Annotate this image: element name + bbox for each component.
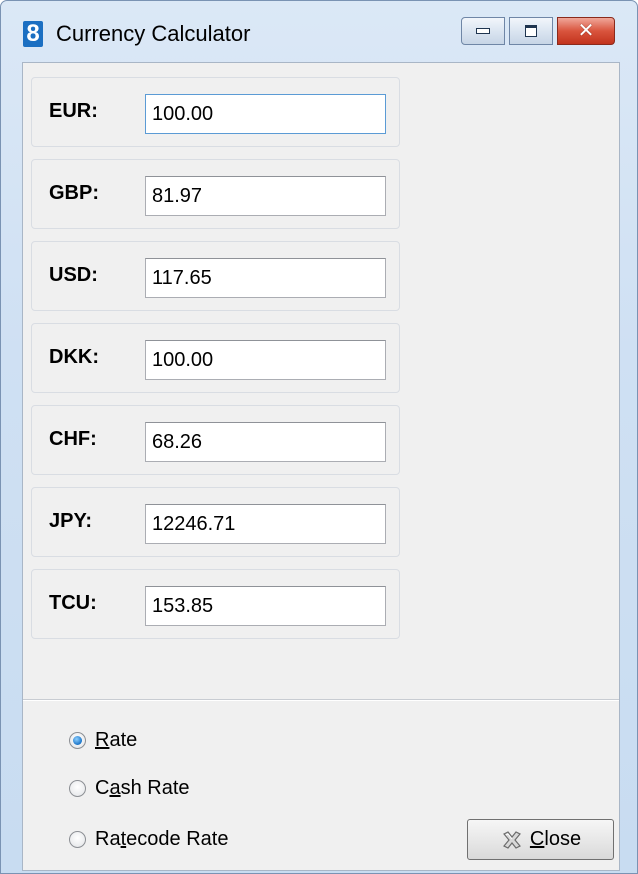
caption-buttons: ✕: [461, 17, 615, 45]
currency-label: GBP:: [49, 182, 99, 204]
currency-group-tcu: TCU:: [31, 569, 400, 639]
currency-input-usd[interactable]: [145, 258, 386, 298]
client-area: EUR: GBP: USD: DKK: CHF: JPY:: [22, 62, 620, 871]
radio-label-cash-rate: Cash Rate: [95, 777, 190, 799]
radio-rate[interactable]: Rate: [69, 729, 137, 752]
currency-label: DKK:: [49, 346, 99, 368]
currency-group-usd: USD:: [31, 241, 400, 311]
divider: [23, 699, 619, 701]
minimize-button[interactable]: [461, 17, 505, 45]
currency-input-chf[interactable]: [145, 422, 386, 462]
currency-label: TCU:: [49, 592, 97, 614]
currency-group-eur: EUR:: [31, 77, 400, 147]
radio-label-ratecode-rate: Ratecode Rate: [95, 828, 229, 850]
close-icon: ✕: [577, 20, 595, 42]
currency-input-tcu[interactable]: [145, 586, 386, 626]
title-bar[interactable]: 8 Currency Calculator ✕: [1, 1, 637, 57]
close-button[interactable]: Close: [467, 819, 614, 860]
radio-button-checked[interactable]: [69, 732, 86, 749]
currency-calculator-window: 8 Currency Calculator ✕ EUR: GBP:: [0, 0, 638, 874]
currency-group-jpy: JPY:: [31, 487, 400, 557]
minimize-icon: [476, 28, 490, 34]
maximize-button[interactable]: [509, 17, 553, 45]
radio-cash-rate[interactable]: Cash Rate: [69, 777, 190, 800]
currency-label: USD:: [49, 264, 98, 286]
currency-group-chf: CHF:: [31, 405, 400, 475]
maximize-icon: [525, 25, 537, 37]
window-title: Currency Calculator: [56, 21, 251, 46]
currency-input-gbp[interactable]: [145, 176, 386, 216]
currency-input-dkk[interactable]: [145, 340, 386, 380]
currency-input-jpy[interactable]: [145, 504, 386, 544]
radio-label-rate: Rate: [95, 729, 138, 751]
close-x-icon: [500, 828, 524, 852]
currency-label: CHF:: [49, 428, 97, 450]
radio-button[interactable]: [69, 831, 86, 848]
radio-button[interactable]: [69, 780, 86, 797]
currency-group-dkk: DKK:: [31, 323, 400, 393]
close-window-button[interactable]: ✕: [557, 17, 615, 45]
app-icon: 8: [23, 21, 43, 47]
currency-label: JPY:: [49, 510, 92, 532]
currency-group-gbp: GBP:: [31, 159, 400, 229]
currency-input-eur[interactable]: [145, 94, 386, 134]
currency-label: EUR:: [49, 100, 98, 122]
radio-ratecode-rate[interactable]: Ratecode Rate: [69, 828, 228, 851]
close-button-label: Close: [529, 828, 582, 850]
